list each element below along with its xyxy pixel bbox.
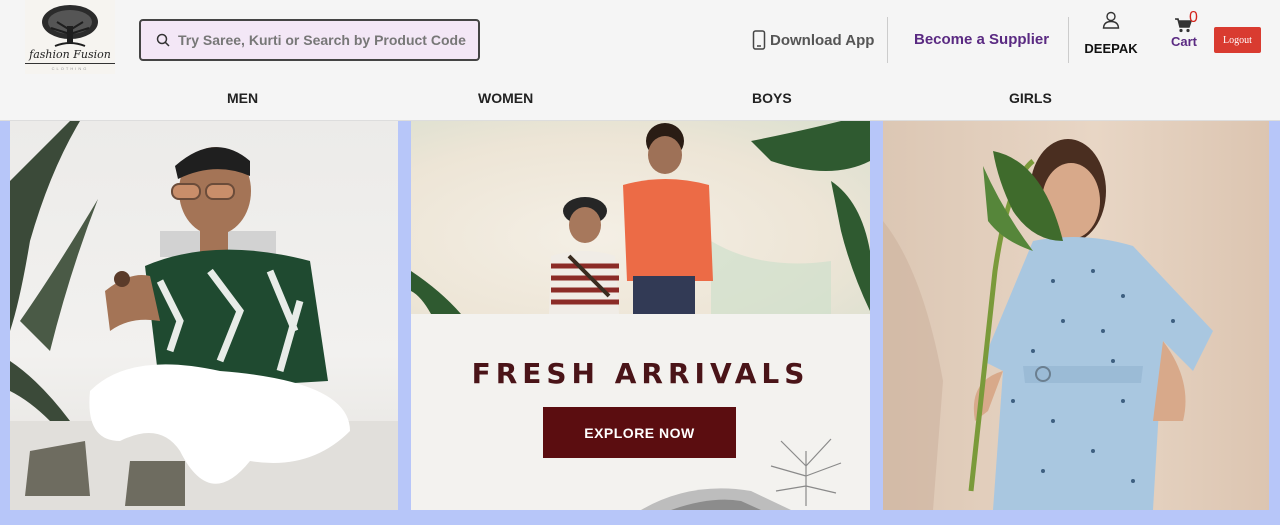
mobile-phone-icon bbox=[752, 30, 766, 50]
tree-logo-icon bbox=[42, 5, 98, 47]
cart-label: Cart bbox=[1171, 34, 1198, 49]
woman-standing-illustration bbox=[883, 139, 1213, 510]
logo-text: fashion Fusion bbox=[25, 48, 115, 64]
user-icon bbox=[1102, 11, 1120, 29]
category-nav: MEN WOMEN BOYS GIRLS bbox=[0, 80, 1280, 121]
women-fashion-image[interactable] bbox=[883, 121, 1269, 510]
kids-image[interactable] bbox=[411, 121, 870, 314]
header: fashion Fusion CLOTHING Download App Bec… bbox=[0, 0, 1280, 80]
cart-count-badge: 0 bbox=[1189, 9, 1198, 26]
logo[interactable]: fashion Fusion CLOTHING bbox=[25, 0, 115, 74]
hero-banner: FRESH ARRIVALS EXPLORE NOW bbox=[0, 121, 1280, 525]
fresh-arrivals-panel: FRESH ARRIVALS EXPLORE NOW bbox=[411, 121, 870, 510]
download-app-link[interactable]: Download App bbox=[752, 29, 874, 51]
cart-button[interactable]: 0 Cart bbox=[1168, 9, 1204, 53]
logout-button[interactable]: Logout bbox=[1214, 27, 1261, 53]
search-input[interactable] bbox=[178, 28, 473, 52]
men-fashion-image[interactable] bbox=[10, 121, 398, 510]
download-app-label: Download App bbox=[770, 31, 875, 49]
user-name: DEEPAK bbox=[1084, 41, 1138, 56]
profile-menu[interactable]: DEEPAK bbox=[1082, 11, 1140, 61]
kids-illustration bbox=[411, 121, 870, 314]
explore-now-button[interactable]: EXPLORE NOW bbox=[543, 407, 736, 458]
nav-item-women[interactable]: WOMEN bbox=[478, 90, 533, 106]
nav-item-boys[interactable]: BOYS bbox=[752, 90, 792, 106]
banner-headline: FRESH ARRIVALS bbox=[471, 357, 810, 390]
become-supplier-link[interactable]: Become a Supplier bbox=[914, 31, 1049, 48]
search-icon bbox=[156, 33, 170, 47]
nav-item-girls[interactable]: GIRLS bbox=[1009, 90, 1052, 106]
logo-subtext: CLOTHING bbox=[51, 66, 89, 71]
divider bbox=[1068, 17, 1069, 63]
man-sitting-illustration bbox=[10, 121, 398, 510]
search-box[interactable] bbox=[139, 19, 480, 61]
nav-item-men[interactable]: MEN bbox=[227, 90, 258, 106]
divider bbox=[887, 17, 888, 63]
